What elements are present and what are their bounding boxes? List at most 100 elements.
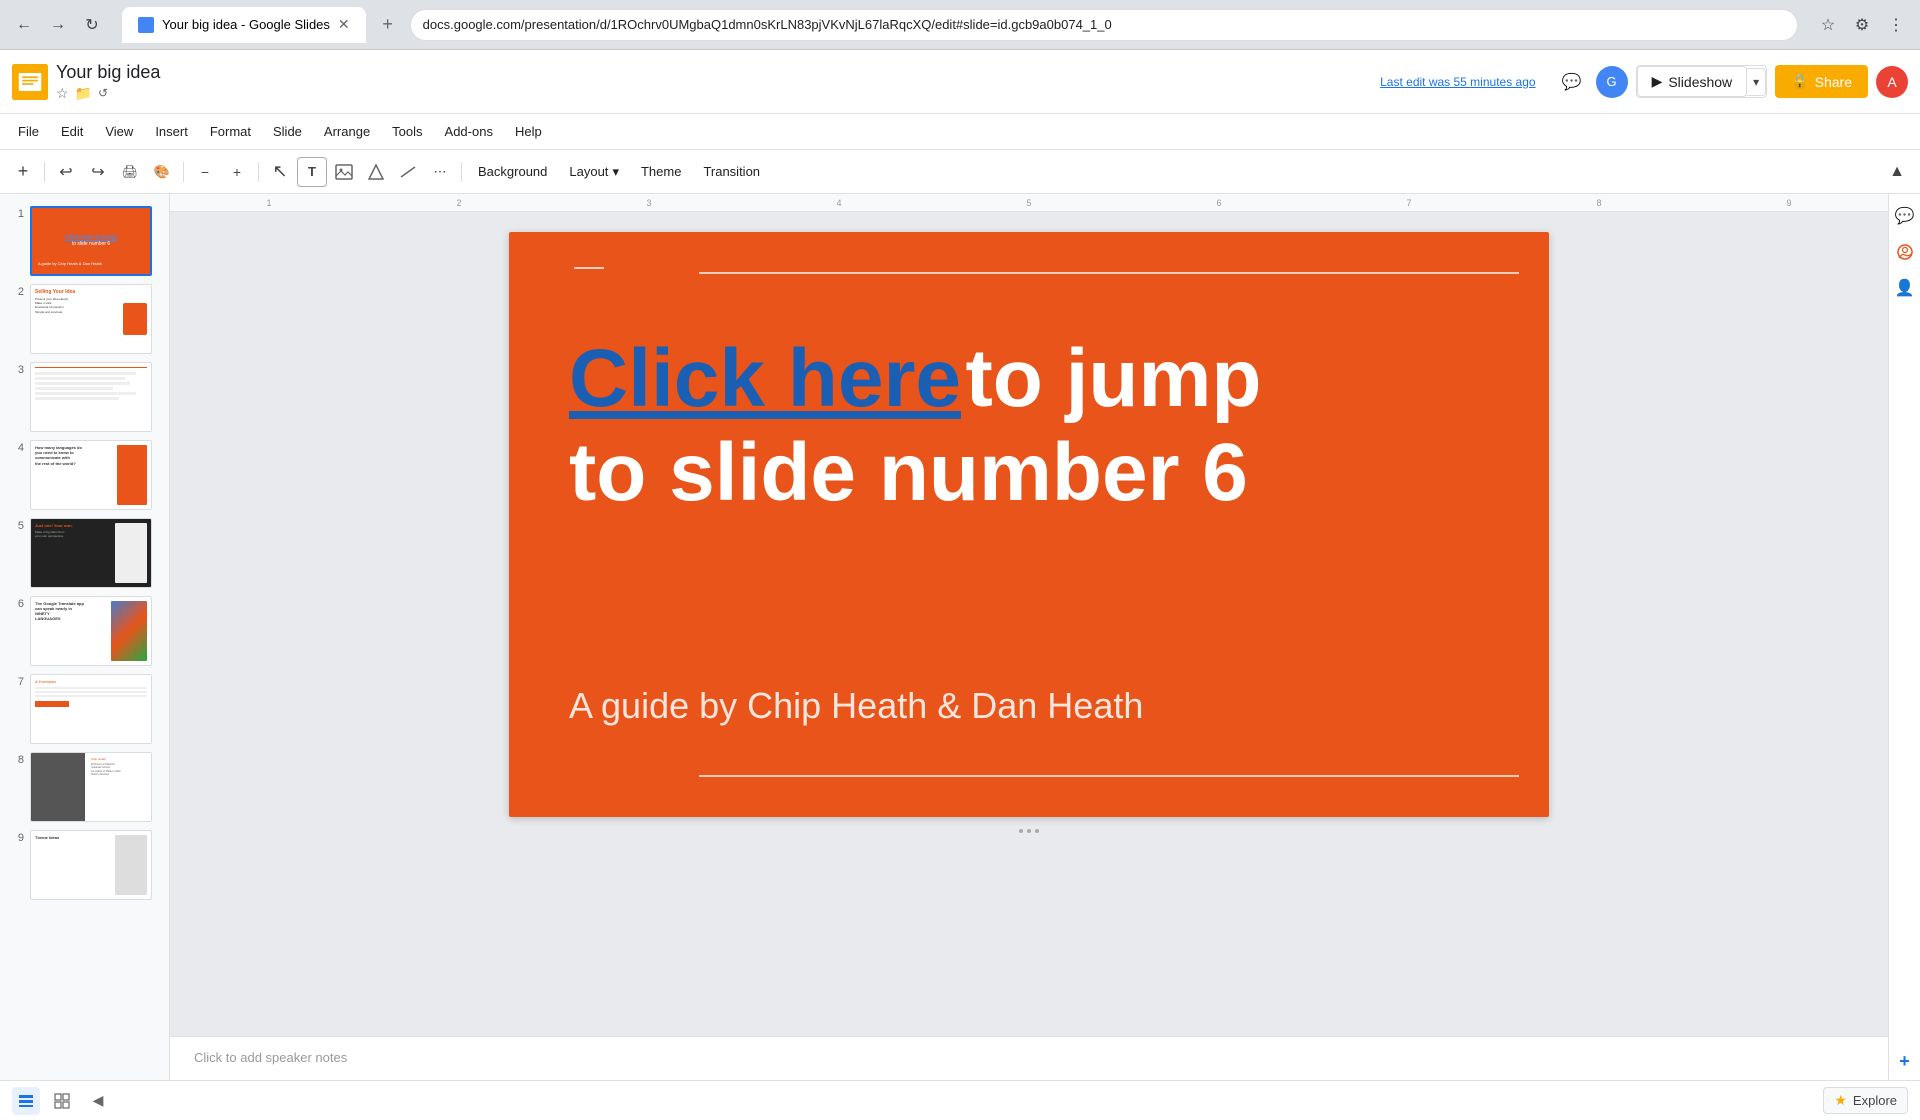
layout-label: Layout xyxy=(569,164,608,179)
to-jump-text: to jump xyxy=(965,333,1261,424)
extensions-icon[interactable]: ⚙ xyxy=(1848,11,1876,39)
notes-area[interactable]: Click to add speaker notes xyxy=(170,1036,1888,1080)
slide-thumb-preview-8: Chip Heath Professor at StanfordGraduate… xyxy=(30,752,152,822)
menu-view[interactable]: View xyxy=(95,120,143,143)
slideshow-label: Slideshow xyxy=(1668,74,1732,90)
slides-panel: 1 Click here to jump to slide number 6 A… xyxy=(0,194,170,1080)
slide-num-8: 8 xyxy=(8,752,24,766)
slide-text-line1: Click here to jump xyxy=(569,332,1489,426)
comments-button[interactable]: 💬 xyxy=(1556,66,1588,98)
canvas-area: 1 2 3 4 5 6 7 8 9 Click here to jump xyxy=(170,194,1888,1080)
slide-num-7: 7 xyxy=(8,674,24,688)
slide-num-4: 4 xyxy=(8,440,24,454)
zoom-controls: − + xyxy=(190,157,252,187)
canvas-scroll[interactable]: Click here to jump to slide number 6 A g… xyxy=(170,212,1888,1036)
sidebar-image-icon[interactable] xyxy=(1891,238,1919,266)
user-avatar[interactable]: A xyxy=(1876,66,1908,98)
menu-tools[interactable]: Tools xyxy=(382,120,432,143)
paint-format-button[interactable]: 🎨 xyxy=(147,157,177,187)
star-icon[interactable]: ☆ xyxy=(56,85,69,102)
zoom-in-button[interactable]: + xyxy=(222,157,252,187)
slide-thumbnail-3[interactable]: 3 xyxy=(0,358,169,436)
app-title-area: Your big idea ☆ 📁 ↺ xyxy=(56,62,160,102)
undo-button[interactable]: ↩ xyxy=(51,157,81,187)
line-button[interactable] xyxy=(393,157,423,187)
slideshow-button[interactable]: ▶ Slideshow xyxy=(1637,66,1748,97)
transition-button[interactable]: Transition xyxy=(693,160,770,183)
collapse-panel-button[interactable]: ◀ xyxy=(84,1087,112,1115)
menu-arrange[interactable]: Arrange xyxy=(314,120,380,143)
slide-thumbnail-4[interactable]: 4 How many languages doyou need to know … xyxy=(0,436,169,514)
last-edit-text[interactable]: Last edit was 55 minutes ago xyxy=(1380,75,1535,89)
slide-dot-1 xyxy=(1019,829,1023,833)
slide-num-2: 2 xyxy=(8,284,24,298)
layout-button[interactable]: Layout ▾ xyxy=(559,160,629,184)
ruler-mark-8: 9 xyxy=(1786,198,1791,208)
background-button[interactable]: Background xyxy=(468,160,557,183)
ruler-mark-4: 5 xyxy=(1026,198,1031,208)
share-button[interactable]: 🔒 Share xyxy=(1775,65,1868,98)
slide-thumbnail-1[interactable]: 1 Click here to jump to slide number 6 A… xyxy=(0,202,169,280)
print-button[interactable]: 🖨 xyxy=(115,157,145,187)
sidebar-person-icon[interactable]: 👤 xyxy=(1891,274,1919,302)
image-button[interactable] xyxy=(329,157,359,187)
toolbar-collapse-button[interactable]: ▲ xyxy=(1882,157,1912,187)
address-bar[interactable]: docs.google.com/presentation/d/1ROchrv0U… xyxy=(410,9,1798,41)
menu-insert[interactable]: Insert xyxy=(145,120,198,143)
slide-bottom-line xyxy=(699,775,1519,777)
bookmark-icon[interactable]: ☆ xyxy=(1814,11,1842,39)
slide-thumbnail-9[interactable]: 9 Theme Ideas xyxy=(0,826,169,904)
list-view-button[interactable] xyxy=(12,1087,40,1115)
toolbar-sep-1 xyxy=(44,162,45,182)
browser-tab[interactable]: Your big idea - Google Slides ✕ xyxy=(122,7,366,43)
forward-button[interactable]: → xyxy=(44,11,72,39)
menu-help[interactable]: Help xyxy=(505,120,552,143)
explore-button[interactable]: ★ Explore xyxy=(1823,1087,1908,1114)
menu-edit[interactable]: Edit xyxy=(51,120,93,143)
slideshow-area: ▶ Slideshow ▾ xyxy=(1636,65,1768,98)
theme-label: Theme xyxy=(641,164,681,179)
menu-format[interactable]: Format xyxy=(200,120,261,143)
app-title[interactable]: Your big idea xyxy=(56,62,160,83)
slide-thumb-preview-1: Click here to jump to slide number 6 A g… xyxy=(30,206,152,276)
new-tab-button[interactable]: + xyxy=(374,11,402,39)
add-button[interactable]: + xyxy=(8,157,38,187)
menu-addons[interactable]: Add-ons xyxy=(435,120,503,143)
redo-button[interactable]: ↪ xyxy=(83,157,113,187)
share-label: Share xyxy=(1815,74,1852,90)
toolbar-right: ▲ xyxy=(1882,157,1912,187)
slide-thumb-preview-9: Theme Ideas xyxy=(30,830,152,900)
more-tools-button[interactable]: ⋯ xyxy=(425,157,455,187)
folder-icon[interactable]: 📁 xyxy=(75,85,92,102)
google-slides-logo xyxy=(12,64,48,100)
slide-thumbnail-7[interactable]: 7 A Examples xyxy=(0,670,169,748)
sidebar-chat-icon[interactable]: 💬 xyxy=(1891,202,1919,230)
back-button[interactable]: ← xyxy=(10,11,38,39)
browser-controls: ← → ↻ xyxy=(10,11,106,39)
text-box-button[interactable]: T xyxy=(297,157,327,187)
tab-close-button[interactable]: ✕ xyxy=(338,16,350,33)
more-options-icon[interactable]: ⋮ xyxy=(1882,11,1910,39)
slideshow-dropdown-button[interactable]: ▾ xyxy=(1747,68,1766,96)
zoom-out-button[interactable]: − xyxy=(190,157,220,187)
click-here-link[interactable]: Click here xyxy=(569,333,961,424)
menu-file[interactable]: File xyxy=(8,120,49,143)
sidebar-add-button[interactable]: + xyxy=(1899,1051,1910,1072)
grid-view-button[interactable] xyxy=(48,1087,76,1115)
menu-slide[interactable]: Slide xyxy=(263,120,312,143)
ruler-mark-1: 2 xyxy=(456,198,461,208)
app-title-icons: ☆ 📁 ↺ xyxy=(56,85,160,102)
right-sidebar: 💬 👤 + xyxy=(1888,194,1920,1080)
main-content: 1 Click here to jump to slide number 6 A… xyxy=(0,194,1920,1080)
slide-num-5: 5 xyxy=(8,518,24,532)
theme-button[interactable]: Theme xyxy=(631,160,691,183)
slide-thumbnail-8[interactable]: 8 Chip Heath Professor at StanfordGradua… xyxy=(0,748,169,826)
select-tool-button[interactable]: ↖ xyxy=(265,157,295,187)
slide-thumbnail-2[interactable]: 2 Selling Your Idea Present your idea cl… xyxy=(0,280,169,358)
shape-button[interactable] xyxy=(361,157,391,187)
slide-thumbnail-5[interactable]: 5 Just one! Your own. Make a big claim f… xyxy=(0,514,169,592)
reload-button[interactable]: ↻ xyxy=(78,11,106,39)
slide-main-text: Click here to jump to slide number 6 xyxy=(569,332,1489,520)
slide-thumbnail-6[interactable]: 6 The Google Translate appcan speak near… xyxy=(0,592,169,670)
explore-label: Explore xyxy=(1853,1093,1897,1108)
